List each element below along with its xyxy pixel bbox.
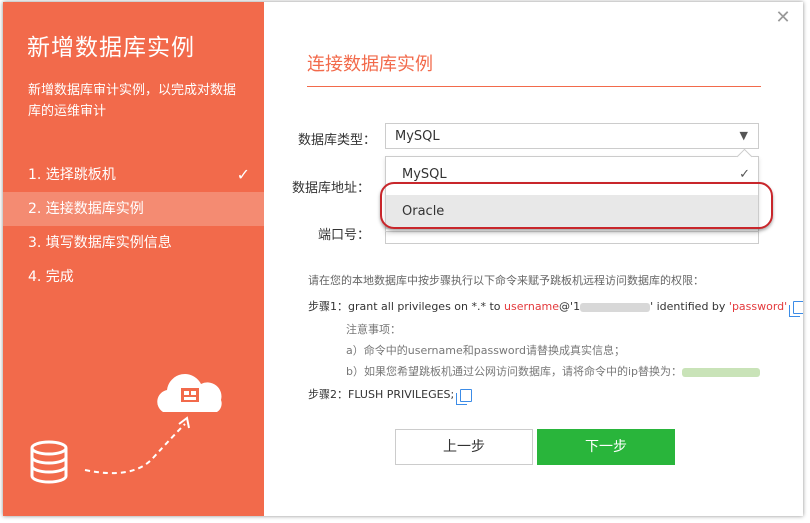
title-divider: [307, 86, 761, 87]
instructions-text: 请在您的本地数据库中按步骤执行以下命令来赋予跳板机远程访问数据库的权限：: [308, 274, 704, 287]
port-label: 端口号：: [317, 228, 370, 243]
notes-title: 注意事项：: [346, 323, 401, 336]
redacted-ip: [580, 302, 651, 312]
step1-prefix: 步骤1：grant all privileges on *.* to: [308, 300, 505, 313]
step1-at: @'1: [559, 300, 581, 313]
step1-identified: ' identified by: [650, 300, 729, 313]
step1-command: 步骤1：grant all privileges on *.* to usern…: [308, 298, 803, 317]
prev-button[interactable]: 上一步: [395, 429, 533, 465]
sidebar-title: 新增数据库实例: [27, 35, 195, 61]
db-type-value: MySQL: [395, 129, 440, 144]
step-list: 1. 选择跳板机 ✓ 2. 连接数据库实例 3. 填写数据库实例信息 4. 完成: [3, 158, 264, 294]
copy-icon[interactable]: [789, 300, 803, 317]
step-connect-db: 2. 连接数据库实例: [3, 192, 264, 226]
step-complete: 4. 完成: [3, 260, 264, 294]
next-button[interactable]: 下一步: [537, 429, 675, 465]
step-fill-db-info: 3. 填写数据库实例信息: [3, 226, 264, 260]
step2-command: 步骤2：FLUSH PRIVILEGES;: [308, 386, 473, 405]
page-title: 连接数据库实例: [307, 54, 433, 75]
cloud-database-illustration: [30, 374, 222, 484]
note-a: a）命令中的username和password请替换成真实信息；: [346, 344, 625, 357]
chevron-down-icon: ▼: [739, 129, 748, 142]
database-icon: [30, 440, 68, 484]
step-label: 4. 完成: [28, 269, 74, 285]
note-b: b）如果您希望跳板机通过公网访问数据库，请将命令中的ip替换为：: [346, 363, 761, 379]
option-label: MySQL: [402, 167, 447, 182]
step-label: 2. 连接数据库实例: [28, 201, 144, 217]
dialog: 新增数据库实例 新增数据库审计实例，以完成对数据库的运维审计 1. 选择跳板机 …: [3, 2, 803, 516]
oracle-highlight-annotation: [380, 182, 773, 229]
copy-icon[interactable]: [456, 388, 473, 405]
step1-username: username: [504, 300, 560, 313]
step-label: 1. 选择跳板机: [28, 167, 116, 183]
step2-text: 步骤2：FLUSH PRIVILEGES;: [308, 388, 455, 401]
sidebar-description: 新增数据库审计实例，以完成对数据库的运维审计: [28, 83, 237, 119]
db-type-label: 数据库类型：: [297, 133, 376, 148]
db-type-select[interactable]: MySQL ▼: [385, 123, 759, 149]
cloud-icon: [157, 374, 222, 412]
db-address-label: 数据库地址：: [291, 181, 370, 196]
sidebar: 新增数据库实例 新增数据库审计实例，以完成对数据库的运维审计 1. 选择跳板机 …: [3, 2, 264, 516]
step1-password: 'password': [728, 300, 788, 313]
note-b-text: b）如果您希望跳板机通过公网访问数据库，请将命令中的ip替换为：: [346, 365, 683, 378]
check-icon: ✓: [236, 165, 250, 184]
redacted-public-ip: [682, 367, 761, 377]
main-panel: 连接数据库实例 数据库类型： MySQL ▼ 数据库地址： 端口号： MySQL…: [264, 2, 803, 516]
step-select-jumpserver: 1. 选择跳板机 ✓: [3, 158, 264, 192]
step-label: 3. 填写数据库实例信息: [28, 235, 172, 251]
